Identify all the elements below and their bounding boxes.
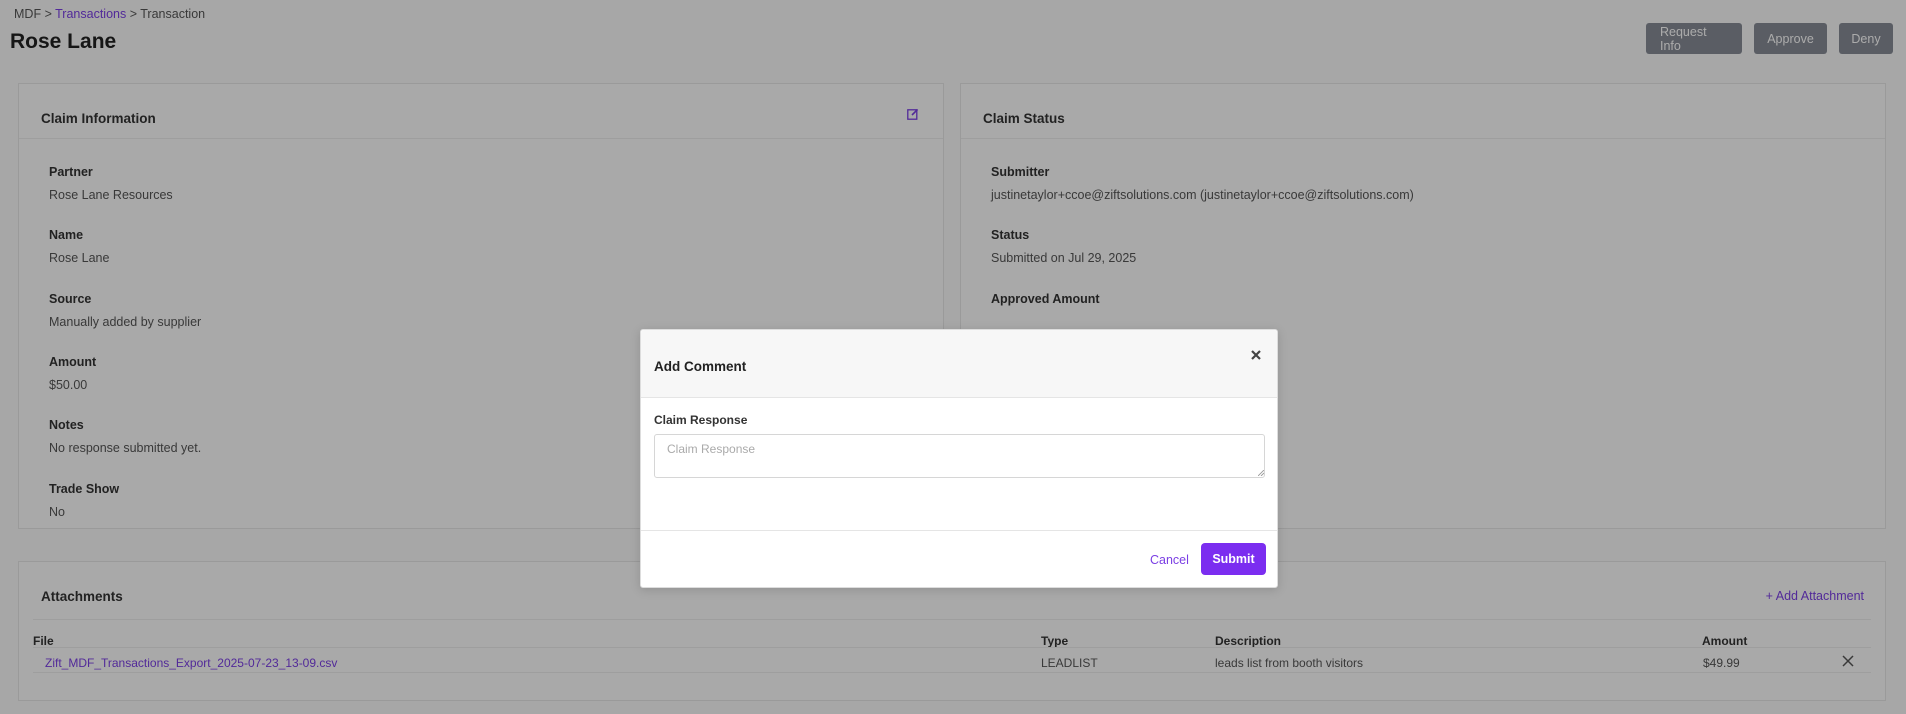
close-icon[interactable]: [1249, 348, 1263, 362]
resize-grip-icon[interactable]: [1258, 470, 1264, 476]
add-comment-modal: Add Comment Claim Response Cancel Submit: [640, 329, 1278, 588]
submit-button[interactable]: Submit: [1201, 543, 1266, 575]
cancel-button[interactable]: Cancel: [1150, 553, 1189, 567]
claim-response-input[interactable]: [654, 434, 1265, 478]
modal-header: Add Comment: [641, 330, 1277, 398]
modal-title: Add Comment: [654, 359, 747, 374]
claim-response-label: Claim Response: [654, 413, 748, 427]
modal-footer: Cancel Submit: [641, 530, 1277, 589]
